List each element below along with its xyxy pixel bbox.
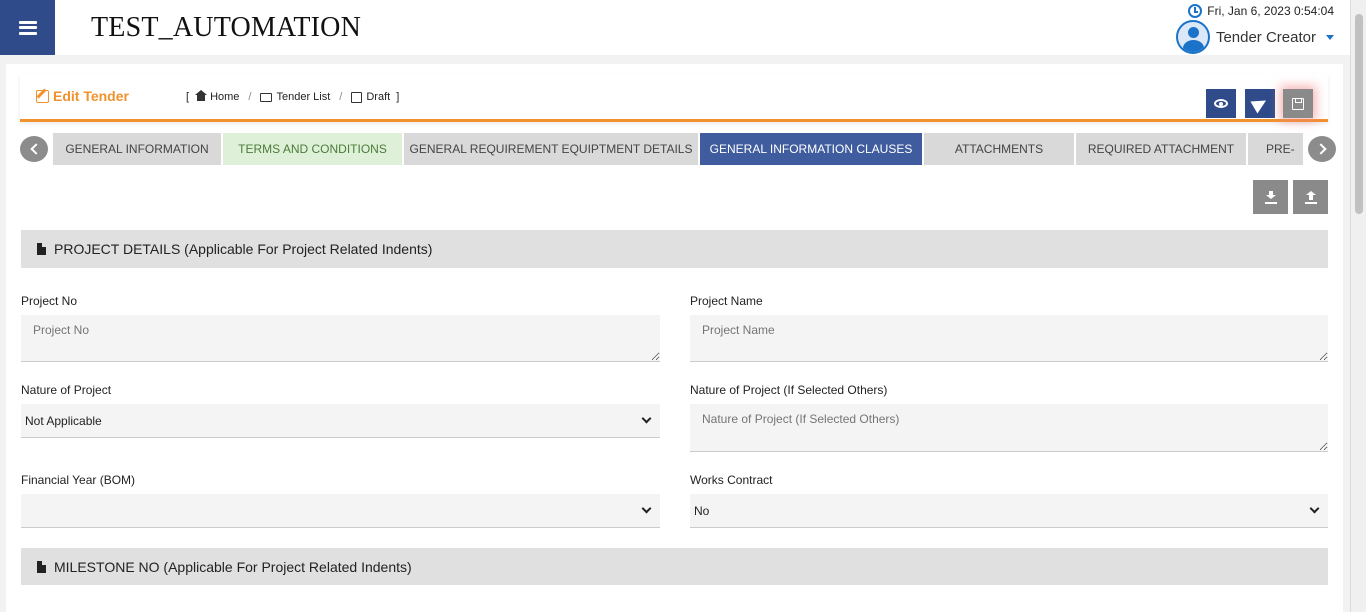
download-button[interactable] [1253,180,1288,214]
main-panel: Edit Tender [ Home / Tender List / Draft… [6,64,1343,612]
breadcrumb-tender-list-label: Tender List [276,91,331,103]
list-icon [260,92,273,102]
tabs-next-button[interactable] [1306,134,1338,164]
section-title: PROJECT DETAILS (Applicable For Project … [54,241,433,257]
avatar [1175,20,1210,54]
tab-general-requirement-equipment-details[interactable]: GENERAL REQUIREMENT EQUIPTMENT DETAILS [404,133,698,165]
datetime-display: Fri, Jan 6, 2023 0:54:04 [1188,4,1334,18]
tab-general-information[interactable]: GENERAL INFORMATION [53,133,221,165]
send-icon [1250,93,1270,114]
upload-button[interactable] [1293,180,1328,214]
save-icon [1292,97,1304,110]
breadcrumb: [ Home / Tender List / Draft ] [186,89,400,103]
scrollbar-thumb[interactable] [1355,14,1363,214]
nature-other-label: Nature of Project (If Selected Others) [690,383,888,397]
hamburger-icon [18,20,37,35]
tab-list: GENERAL INFORMATION TERMS AND CONDITIONS… [53,133,1303,165]
works-contract-value: No [694,503,710,518]
tab-attachments[interactable]: ATTACHMENTS [924,133,1074,165]
works-contract-label: Works Contract [690,473,773,487]
user-role: Tender Creator [1215,28,1316,46]
user-menu[interactable]: Tender Creator [1175,20,1334,54]
breadcrumb-home[interactable]: Home [195,89,240,103]
breadcrumb-draft-label: Draft [366,91,391,103]
nature-of-project-label: Nature of Project [21,383,112,397]
top-bar: TEST_AUTOMATION Fri, Jan 6, 2023 0:54:04… [0,0,1350,55]
tab-terms-and-conditions[interactable]: TERMS AND CONDITIONS [223,133,402,165]
project-name-label: Project Name [690,294,763,308]
chevron-down-icon [1309,503,1320,514]
breadcrumb-tender-list[interactable]: Tender List [260,91,330,103]
nature-other-field[interactable] [690,404,1328,452]
nature-of-project-select[interactable]: Not Applicable [21,404,660,438]
project-no-field[interactable] [21,315,660,362]
caret-down-icon [1326,34,1334,40]
download-icon [1264,191,1277,204]
project-name-field[interactable] [690,315,1328,362]
tab-bar: GENERAL INFORMATION TERMS AND CONDITIONS… [18,132,1338,165]
breadcrumb-open-bracket: [ [186,91,190,103]
financial-year-label: Financial Year (BOM) [21,473,136,487]
breadcrumb-separator: / [339,91,343,103]
project-no-label: Project No [21,294,78,308]
chevron-left-icon [29,143,42,155]
app-title: TEST_AUTOMATION [91,12,362,43]
datetime-text: Fri, Jan 6, 2023 0:54:04 [1207,4,1334,18]
submit-button[interactable] [1245,89,1275,118]
home-icon [195,89,208,102]
edit-icon [36,89,49,103]
section-title: MILESTONE NO (Applicable For Project Rel… [54,558,412,575]
section-milestone: MILESTONE NO (Applicable For Project Rel… [21,548,1328,585]
page-scrollbar[interactable] [1350,0,1366,612]
eye-icon [1214,99,1228,108]
section-project-details: PROJECT DETAILS (Applicable For Project … [21,230,1328,268]
page-title-text: Edit Tender [53,88,129,104]
file-icon [37,560,46,573]
page-subheader: Edit Tender [ Home / Tender List / Draft… [20,74,1328,122]
upload-icon [1304,191,1317,204]
works-contract-select[interactable]: No [690,494,1328,528]
hamburger-menu-button[interactable] [0,0,55,55]
tab-general-information-clauses[interactable]: GENERAL INFORMATION CLAUSES [700,133,922,165]
tab-required-attachment[interactable]: REQUIRED ATTACHMENT [1076,133,1246,165]
chevron-down-icon [641,503,652,514]
breadcrumb-close-bracket: ] [396,91,400,103]
nature-of-project-value: Not Applicable [25,413,102,428]
edit-icon [351,91,363,103]
chevron-right-icon [1314,143,1327,155]
tabs-prev-button[interactable] [18,134,50,164]
financial-year-select[interactable] [21,494,660,528]
file-icon [37,243,46,255]
chevron-down-icon [641,413,652,424]
clock-icon [1188,4,1203,18]
breadcrumb-home-label: Home [210,91,240,103]
breadcrumb-draft: Draft [351,91,390,103]
tab-pre[interactable]: PRE- [1248,133,1303,165]
breadcrumb-separator: / [248,91,252,103]
save-button[interactable] [1283,89,1313,118]
preview-button[interactable] [1206,89,1236,118]
page-title: Edit Tender [36,88,129,104]
